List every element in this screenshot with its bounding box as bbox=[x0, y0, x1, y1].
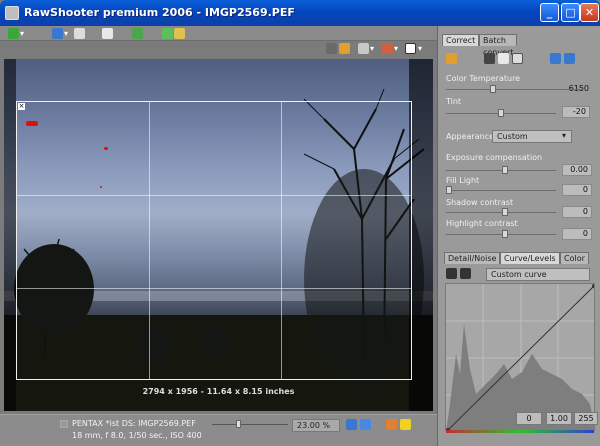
image-viewer: ▾ ▾ ▾ × 2794 x 1956 - 11.64 x 8.15 inche… bbox=[0, 41, 437, 414]
eyedropper-icon[interactable] bbox=[460, 268, 471, 279]
tab-batch-convert[interactable]: Batch convert bbox=[479, 34, 518, 57]
rotate-icon[interactable] bbox=[382, 43, 393, 54]
levels-gamma[interactable]: 1.00 bbox=[546, 412, 572, 425]
color-temperature-value[interactable]: 6150 bbox=[562, 84, 592, 96]
chevron-down-icon[interactable]: ▾ bbox=[418, 43, 422, 54]
preset-icon[interactable] bbox=[446, 53, 457, 64]
channel-gradient bbox=[446, 430, 594, 433]
exposure-value[interactable]: 0.00 bbox=[562, 164, 592, 176]
chevron-down-icon[interactable]: ▾ bbox=[394, 43, 398, 54]
redo-icon[interactable] bbox=[564, 53, 575, 64]
highlight-contrast-label: Highlight contrast bbox=[446, 219, 518, 228]
crop-close-icon[interactable]: × bbox=[18, 103, 25, 110]
compare-icon[interactable] bbox=[512, 53, 523, 64]
status-bar: PENTAX *ist DS: IMGP2569.PEF 18 mm, f 8.… bbox=[0, 414, 437, 446]
levels-white[interactable]: 255 bbox=[574, 412, 598, 425]
maximize-button[interactable]: □ bbox=[561, 3, 580, 22]
curve-histogram[interactable] bbox=[445, 283, 595, 431]
layout-icon[interactable] bbox=[52, 28, 63, 39]
color-temperature-label: Color Temperature bbox=[446, 74, 521, 83]
chevron-down-icon[interactable]: ▾ bbox=[370, 43, 374, 54]
rotate-left-icon[interactable] bbox=[360, 419, 371, 430]
settings-icon[interactable] bbox=[132, 28, 143, 39]
appearance-label: Appearance bbox=[446, 132, 495, 141]
compare-icon[interactable] bbox=[74, 28, 85, 39]
close-button[interactable]: ✕ bbox=[580, 3, 599, 22]
exif-info: 18 mm, f 8.0, 1/50 sec., ISO 400 bbox=[72, 431, 202, 440]
tab-color[interactable]: Color bbox=[560, 252, 589, 264]
chevron-down-icon: ▾ bbox=[562, 131, 567, 140]
zoom-field[interactable]: 23.00 % bbox=[292, 419, 340, 432]
fill-light-value[interactable]: 0 bbox=[562, 184, 592, 196]
undo-icon[interactable] bbox=[550, 53, 561, 64]
exposure-label: Exposure compensation bbox=[446, 153, 543, 162]
tab-detail-noise[interactable]: Detail/Noise bbox=[444, 252, 501, 264]
eyedropper-icon[interactable] bbox=[484, 53, 495, 64]
tint-value[interactable]: -20 bbox=[562, 106, 590, 118]
fill-light-slider[interactable] bbox=[446, 186, 556, 194]
crop-info: 2794 x 1956 - 11.64 x 8.15 inches bbox=[142, 387, 295, 396]
select-checkbox[interactable] bbox=[60, 420, 68, 428]
grid-toggle-icon[interactable] bbox=[326, 43, 337, 54]
shadow-contrast-label: Shadow contrast bbox=[446, 198, 514, 207]
crop-rectangle[interactable] bbox=[16, 101, 412, 380]
image-canvas[interactable]: × 2794 x 1956 - 11.64 x 8.15 inches bbox=[4, 59, 433, 411]
wb-icon[interactable] bbox=[498, 53, 509, 64]
shadow-contrast-slider[interactable] bbox=[446, 208, 556, 216]
viewer-toolbar: ▾ ▾ ▾ bbox=[0, 41, 437, 59]
zoom-slider[interactable] bbox=[212, 420, 288, 428]
highlight-contrast-value[interactable]: 0 bbox=[562, 228, 592, 240]
window-title: RawShooter premium 2006 - IMGP2569.PEF bbox=[24, 6, 295, 19]
fit-icon[interactable] bbox=[346, 419, 357, 430]
highlight-warning-icon[interactable] bbox=[339, 43, 350, 54]
exposure-slider[interactable] bbox=[446, 166, 556, 174]
color-temperature-slider[interactable] bbox=[446, 85, 586, 93]
title-bar: RawShooter premium 2006 - IMGP2569.PEF _… bbox=[0, 0, 600, 26]
file-info: PENTAX *ist DS: IMGP2569.PEF bbox=[72, 419, 196, 428]
highlight-contrast-slider[interactable] bbox=[446, 230, 556, 238]
levels-black[interactable]: 0 bbox=[516, 412, 542, 425]
refresh-icon[interactable] bbox=[162, 28, 173, 39]
histogram-graph bbox=[446, 284, 594, 430]
tab-correct[interactable]: Correct bbox=[442, 34, 480, 46]
checkmark-icon[interactable] bbox=[8, 28, 19, 39]
tint-label: Tint bbox=[446, 97, 462, 106]
minimize-button[interactable]: _ bbox=[540, 3, 559, 22]
adjustments-panel: Correct Batch convert Color Temperature … bbox=[437, 26, 600, 446]
print-icon[interactable] bbox=[102, 28, 113, 39]
shadow-contrast-value[interactable]: 0 bbox=[562, 206, 592, 218]
curve-preset-select[interactable]: Custom curve bbox=[486, 268, 590, 281]
eyedropper-icon[interactable] bbox=[446, 268, 457, 279]
folder-icon[interactable] bbox=[174, 28, 185, 39]
hand-tool-icon[interactable] bbox=[386, 419, 397, 430]
background-color-icon[interactable] bbox=[405, 43, 416, 54]
appearance-select[interactable]: Custom bbox=[492, 130, 572, 143]
fill-light-label: Fill Light bbox=[446, 176, 480, 185]
tab-curve-levels[interactable]: Curve/Levels bbox=[500, 252, 560, 264]
lock-icon[interactable] bbox=[400, 419, 411, 430]
chevron-down-icon[interactable]: ▾ bbox=[20, 28, 24, 39]
tint-slider[interactable] bbox=[446, 109, 556, 117]
chevron-down-icon[interactable]: ▾ bbox=[64, 28, 68, 39]
app-icon bbox=[5, 6, 19, 20]
levels-row: 0 1.00 255 bbox=[442, 412, 599, 425]
crop-grid-icon[interactable] bbox=[358, 43, 369, 54]
